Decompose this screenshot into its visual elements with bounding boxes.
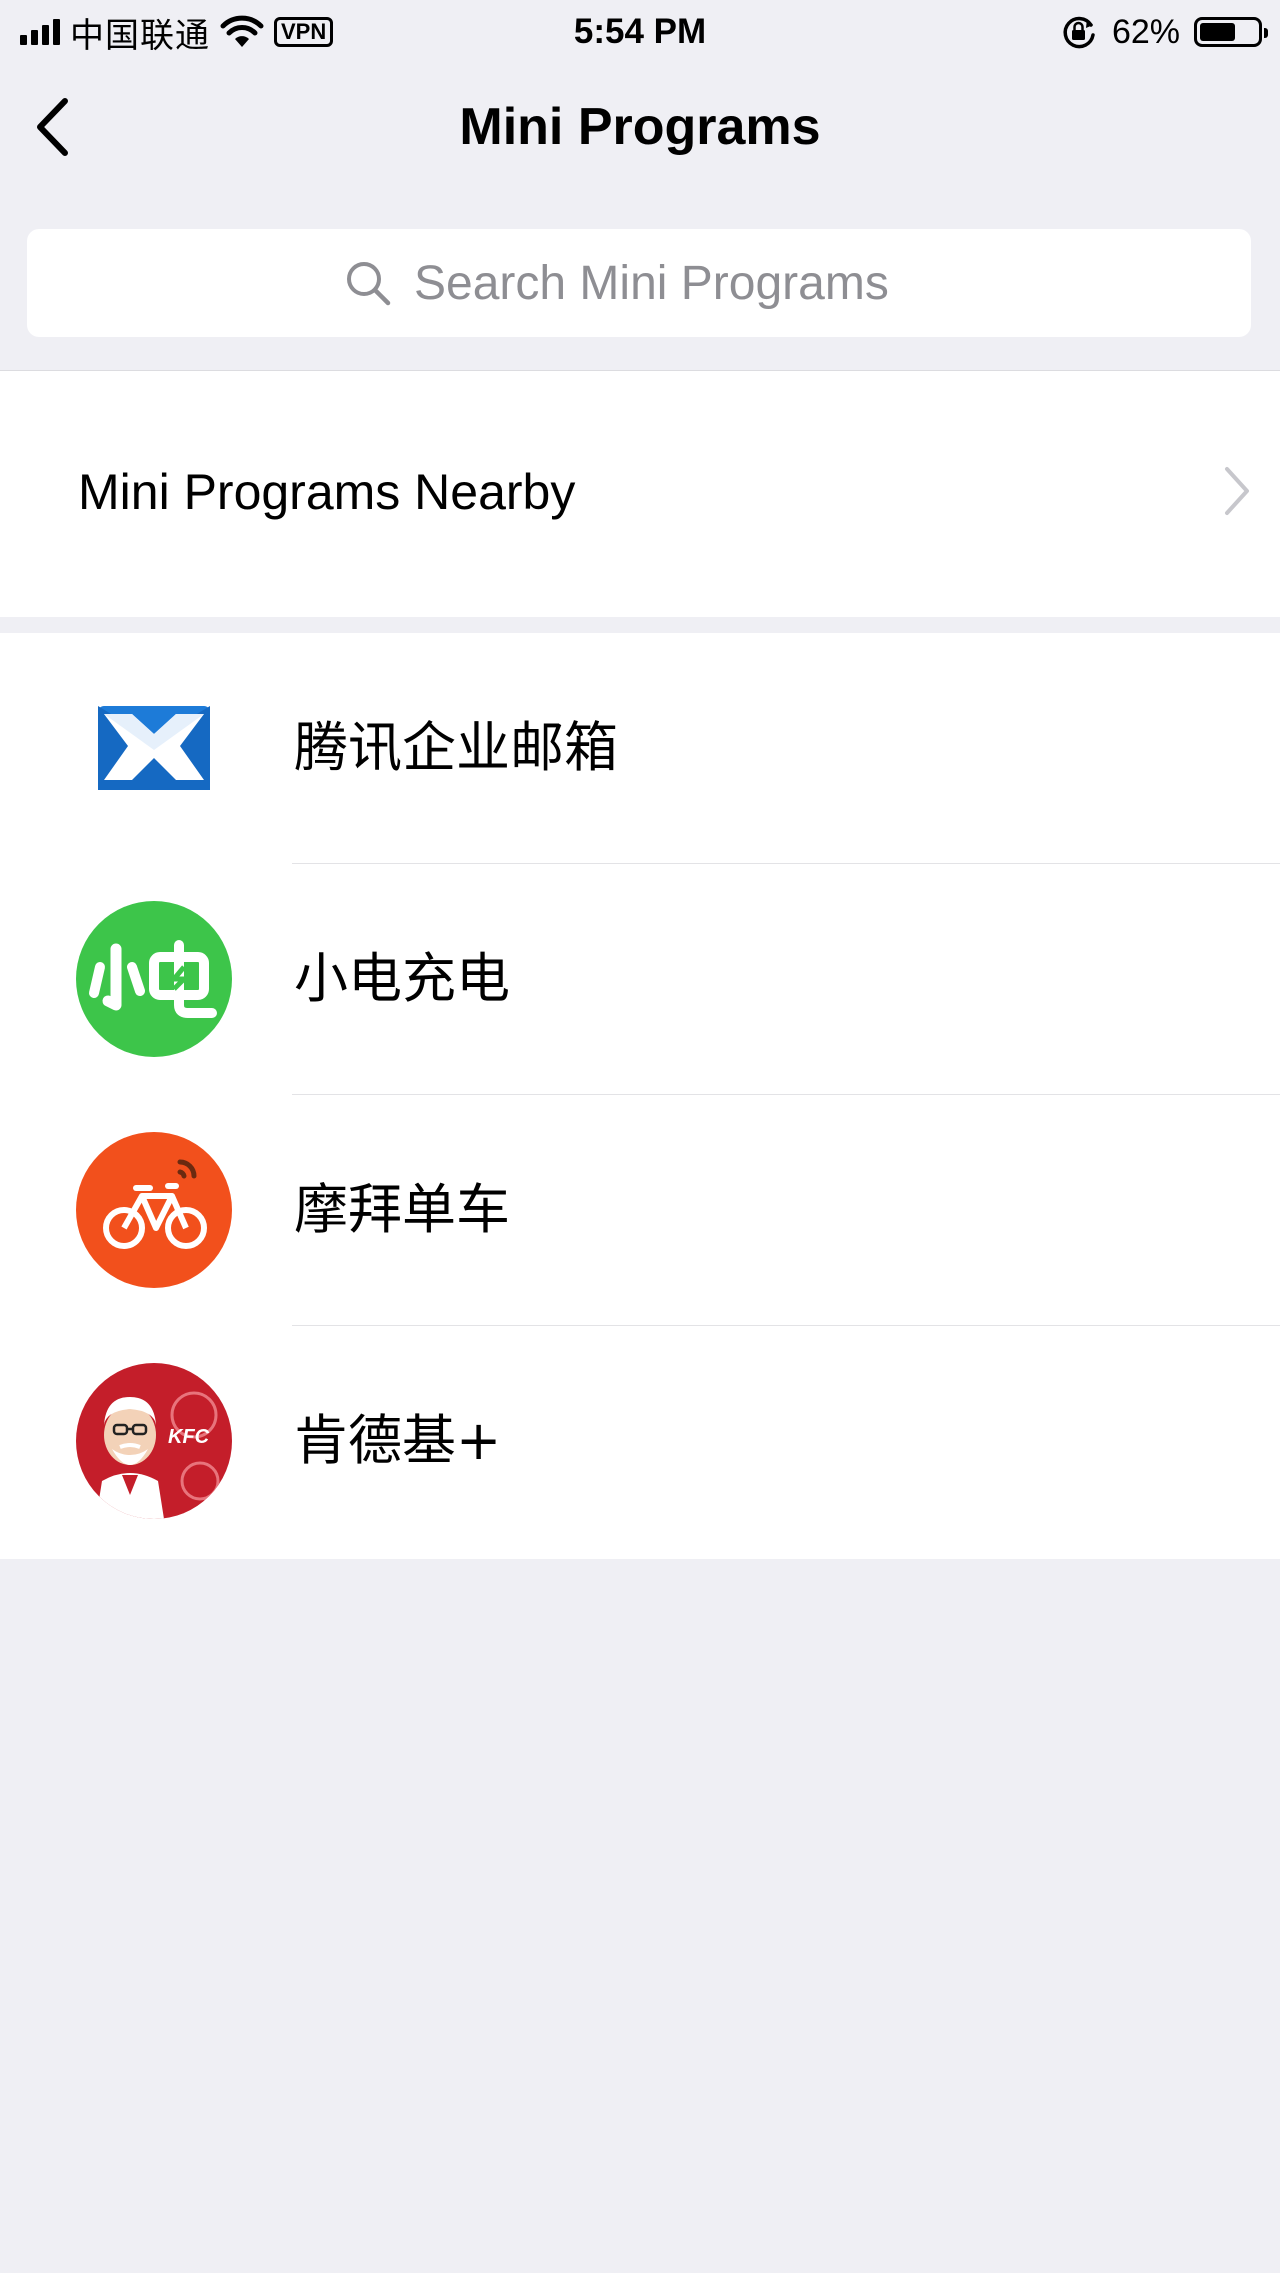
- nav-bar: Mini Programs: [0, 62, 1280, 197]
- status-right: 62%: [1060, 10, 1268, 54]
- app-name: 小电充电: [294, 947, 510, 1010]
- rotation-lock-icon: [1063, 16, 1095, 49]
- search-icon: [347, 262, 391, 306]
- mini-program-list: 腾讯企业邮箱 小电充电 摩拜单车 KFC 肯德基+: [0, 633, 1280, 1559]
- battery-percent: 62%: [1111, 12, 1180, 51]
- status-bar: 中国联通 VPN 5:54 PM 62%: [0, 0, 1280, 62]
- nearby-label: Mini Programs Nearby: [78, 464, 576, 520]
- search-input[interactable]: [414, 255, 934, 311]
- mobike-icon: [76, 1132, 232, 1288]
- search-bar[interactable]: [27, 229, 1251, 337]
- xiaodian-icon: [76, 901, 232, 1057]
- chevron-right-icon: [1225, 467, 1249, 515]
- svg-text:KFC: KFC: [168, 1426, 210, 1448]
- app-name: 摩拜单车: [294, 1178, 510, 1241]
- kfc-icon: KFC: [76, 1363, 232, 1519]
- tencent-exmail-icon: [98, 706, 210, 790]
- list-item-mobike[interactable]: 摩拜单车: [0, 1095, 1280, 1326]
- app-name: 腾讯企业邮箱: [294, 716, 618, 779]
- nearby-mini-programs-row[interactable]: Mini Programs Nearby: [0, 370, 1280, 617]
- app-name: 肯德基+: [294, 1409, 502, 1472]
- list-item-kfc[interactable]: KFC 肯德基+: [0, 1326, 1280, 1557]
- battery-fill: [1200, 23, 1235, 41]
- list-item-xiaodian[interactable]: 小电充电: [0, 864, 1280, 1095]
- battery-icon: [1194, 17, 1268, 47]
- list-item-tencent-exmail[interactable]: 腾讯企业邮箱: [0, 633, 1280, 864]
- page-title: Mini Programs: [459, 98, 821, 156]
